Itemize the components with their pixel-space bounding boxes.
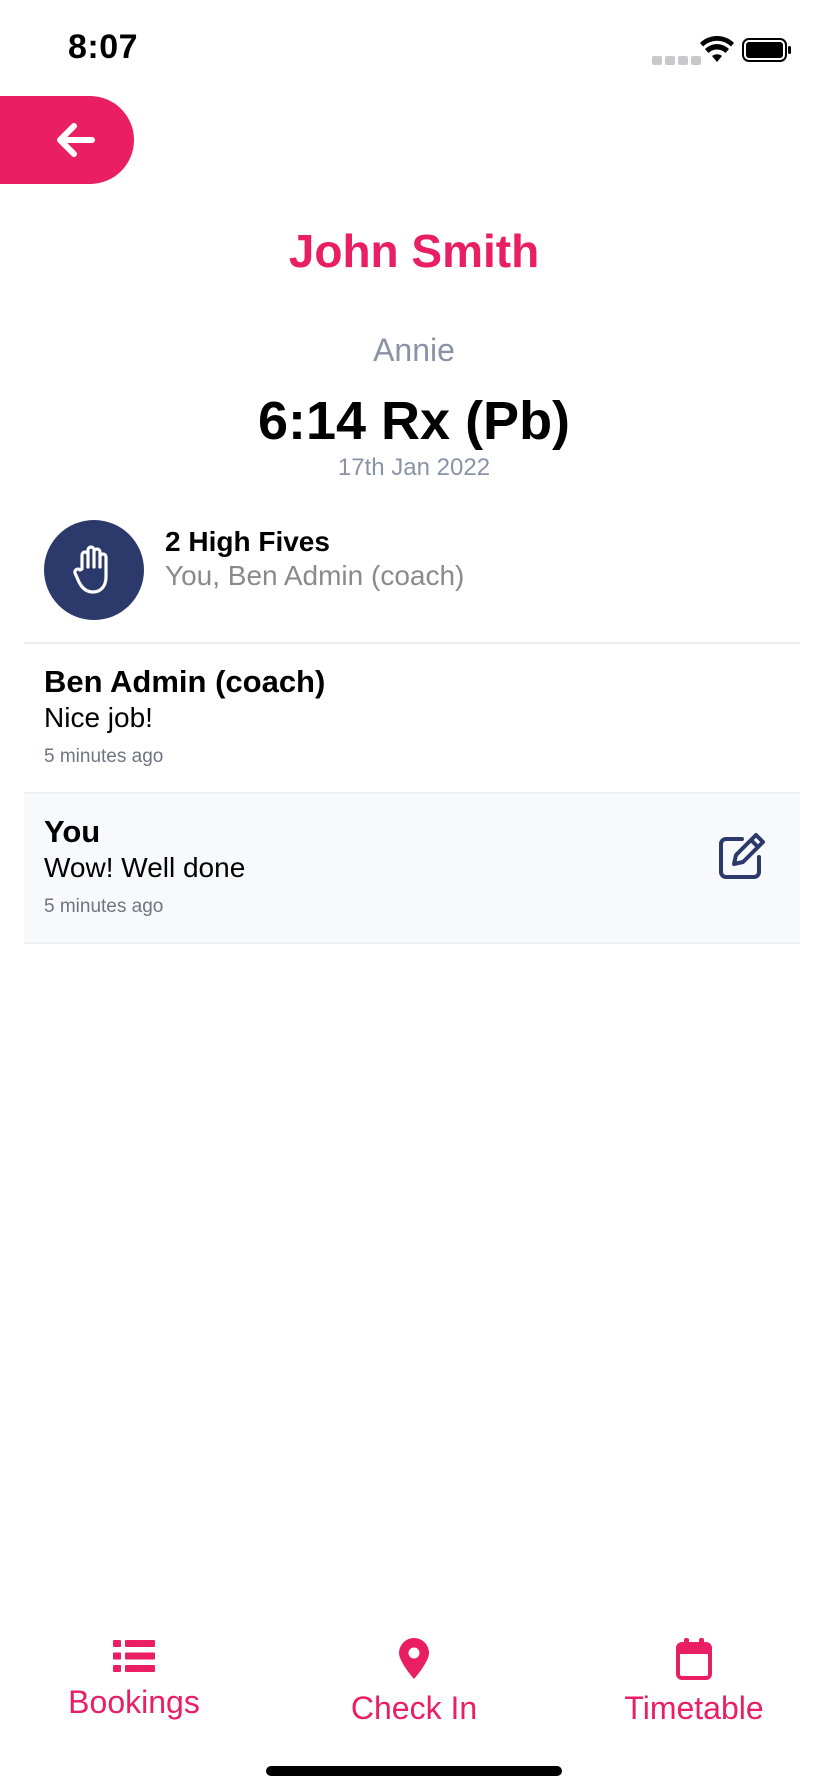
battery-icon bbox=[742, 38, 791, 62]
tab-label: Check In bbox=[350, 1690, 478, 1726]
status-time: 8:07 bbox=[68, 28, 139, 66]
calendar-icon bbox=[676, 1638, 712, 1680]
high-fives-names: You, Ben Admin (coach) bbox=[165, 560, 465, 591]
hand-icon bbox=[73, 545, 108, 594]
comment-time: 5 minutes ago bbox=[44, 746, 164, 767]
result-date: 17th Jan 2022 bbox=[337, 454, 491, 481]
comment-author: You bbox=[44, 814, 101, 849]
tab-label: Timetable bbox=[624, 1690, 764, 1726]
workout-name: Annie bbox=[373, 332, 455, 368]
comment-text: Nice job! bbox=[44, 702, 153, 733]
high-five-button[interactable] bbox=[44, 520, 144, 620]
list-icon bbox=[113, 1640, 155, 1672]
home-indicator bbox=[266, 1766, 562, 1776]
tab-label: Bookings bbox=[68, 1684, 200, 1720]
back-button[interactable] bbox=[0, 96, 134, 184]
comment-item: You Wow! Well done 5 minutes ago bbox=[24, 794, 800, 944]
high-fives-row: 2 High Fives You, Ben Admin (coach) bbox=[24, 518, 800, 644]
tab-timetable[interactable]: Timetable bbox=[584, 1620, 804, 1730]
high-fives-count: 2 High Fives bbox=[165, 526, 330, 557]
arrow-left-icon bbox=[57, 123, 95, 157]
comment-time: 5 minutes ago bbox=[44, 896, 164, 917]
comment-text: Wow! Well done bbox=[44, 852, 246, 883]
tab-bar: Bookings Check In Timetable bbox=[0, 1620, 828, 1740]
map-pin-icon bbox=[399, 1638, 429, 1679]
signal-icon bbox=[652, 52, 704, 65]
athlete-name: John Smith bbox=[288, 225, 540, 277]
wifi-icon bbox=[700, 36, 734, 62]
comment-author: Ben Admin (coach) bbox=[44, 664, 326, 699]
comment-item: Ben Admin (coach) Nice job! 5 minutes ag… bbox=[24, 644, 800, 794]
edit-icon[interactable] bbox=[716, 830, 768, 882]
tab-check-in[interactable]: Check In bbox=[304, 1620, 524, 1730]
result-score: 6:14 Rx (Pb) bbox=[257, 391, 571, 451]
tab-bookings[interactable]: Bookings bbox=[24, 1620, 244, 1730]
status-bar: 8:07 bbox=[0, 0, 828, 96]
